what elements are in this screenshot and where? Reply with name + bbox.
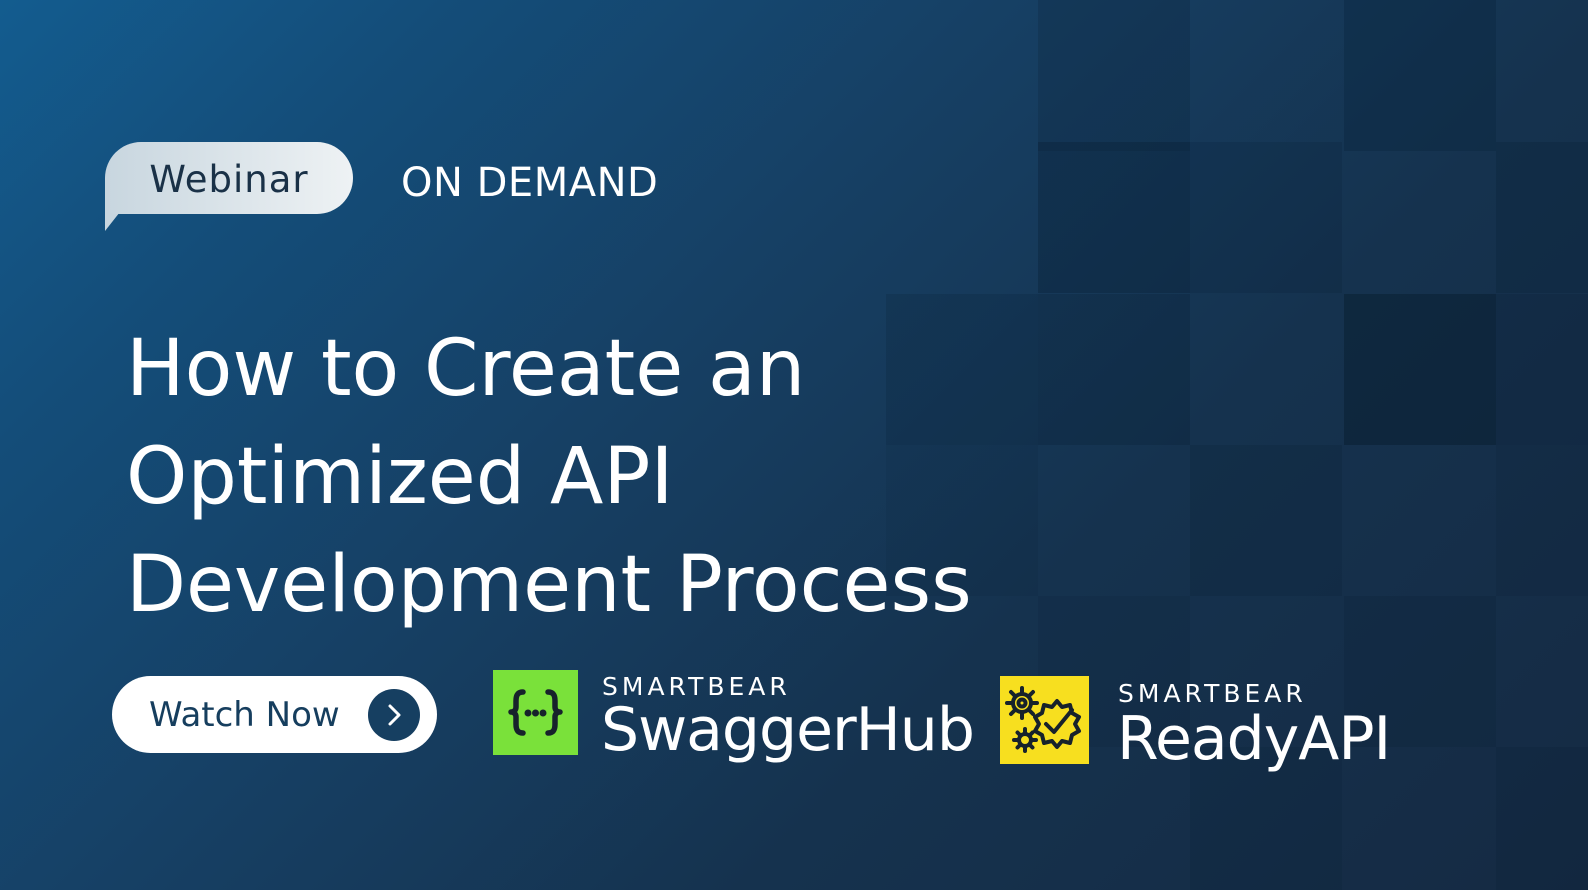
background-tile	[1496, 142, 1588, 293]
title-line: Development Process	[126, 540, 972, 630]
background-tile	[1190, 445, 1342, 596]
watch-now-label: Watch Now	[149, 694, 340, 735]
readyapi-gears-logo-icon	[1000, 676, 1089, 764]
background-tile	[1496, 445, 1588, 596]
webinar-badge: Webinar	[105, 142, 353, 214]
swaggerhub-product-name: SwaggerHub	[601, 695, 975, 765]
background-tile	[1496, 747, 1588, 890]
watch-now-button[interactable]: Watch Now	[112, 676, 437, 753]
background-tile	[1344, 0, 1496, 151]
background-tile	[1344, 294, 1496, 445]
swaggerhub-brand: SMARTBEAR SwaggerHub	[493, 670, 975, 762]
readyapi-product-name: ReadyAPI	[1117, 704, 1391, 774]
chevron-right-icon	[368, 689, 420, 741]
background-tile	[1038, 0, 1190, 151]
background-tile	[1190, 142, 1342, 293]
title-line: How to Create an	[126, 324, 806, 414]
readyapi-brand: SMARTBEAR ReadyAPI	[1000, 676, 1420, 776]
background-tile	[1038, 294, 1190, 445]
on-demand-label: ON DEMAND	[401, 160, 659, 206]
swaggerhub-logo-icon	[493, 670, 578, 755]
background-tile	[1496, 294, 1588, 445]
webinar-banner: Webinar ON DEMAND How to Create an Optim…	[0, 0, 1588, 890]
background-tile	[1038, 142, 1190, 293]
webinar-title: How to Create an Optimized API Developme…	[126, 315, 1026, 639]
title-line: Optimized API	[126, 432, 674, 522]
